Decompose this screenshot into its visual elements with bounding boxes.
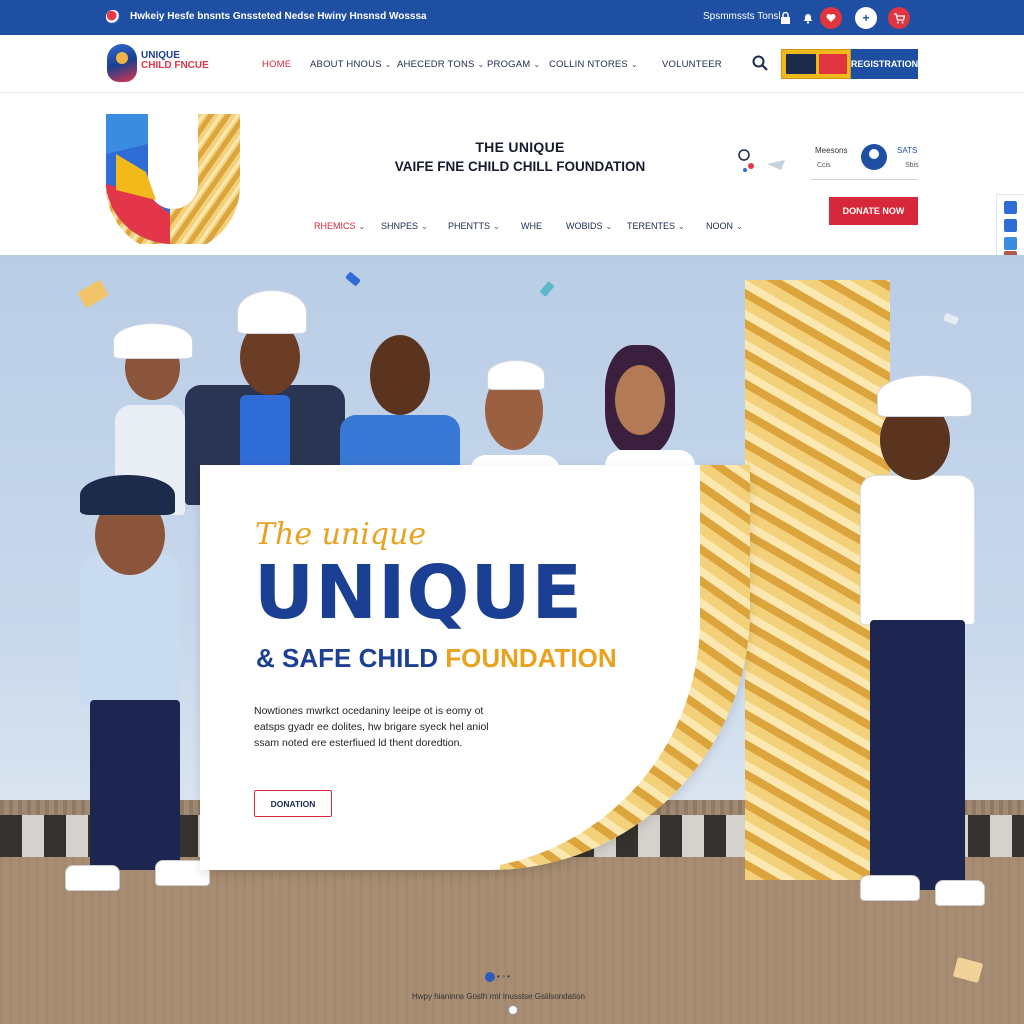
subnav-label: WHE <box>521 221 542 231</box>
subnav-item-4[interactable]: WHE <box>521 221 542 231</box>
child-figure <box>845 370 985 930</box>
chevron-down-icon: ⌄ <box>630 60 638 69</box>
logo-line-2: CHILD FNCUE <box>141 60 209 71</box>
message-icon[interactable] <box>1004 237 1017 250</box>
header-section: THE UNIQUE VAIFE FNE CHILD CHILL FOUNDAT… <box>0 94 1024 266</box>
topbar-notice: Hwkeiy Hesfe bnsnts Gnssteted Nedse Hwin… <box>130 11 427 22</box>
heart-icon[interactable] <box>820 7 842 29</box>
search-icon[interactable] <box>752 55 768 71</box>
top-utility-bar: Hwkeiy Hesfe bnsnts Gnssteted Nedse Hwin… <box>0 0 1024 35</box>
chevron-down-icon: ⌄ <box>533 60 541 69</box>
account-label-c: SATS <box>897 146 918 155</box>
logo-emblem[interactable] <box>107 44 137 82</box>
chevron-down-icon: ⌄ <box>421 222 428 231</box>
footer-badge-icon <box>508 1005 518 1015</box>
lock-icon[interactable] <box>774 7 796 29</box>
donation-button[interactable]: DONATION <box>254 790 332 817</box>
decorative-icons <box>738 149 785 172</box>
chevron-down-icon: ⌄ <box>384 60 392 69</box>
nav-label: VOLUNTEER <box>662 59 722 70</box>
header-title-line-2: VAIFE FNE CHILD CHILL FOUNDATION <box>394 159 646 174</box>
donate-now-button[interactable]: DONATE NOW <box>829 197 918 225</box>
social-icon[interactable] <box>485 972 495 982</box>
hero-subtitle-a: & SAFE CHILD <box>256 643 446 673</box>
account-label-d: Sbis <box>905 162 919 169</box>
hero-banner: The unique UNIQUE & SAFE CHILD FOUNDATIO… <box>200 465 750 870</box>
nav-item-directions[interactable]: AHECEDR TONS ⌄ <box>397 59 484 70</box>
subnav-label: SHNPES <box>381 221 419 231</box>
footer-icons: • ◦ • <box>497 972 510 981</box>
subnav-item-1[interactable]: RHEMICS ⌄ <box>314 221 365 231</box>
subnav-label: WOBIDS <box>566 221 603 231</box>
header-title: THE UNIQUE VAIFE FNE CHILD CHILL FOUNDAT… <box>380 139 660 174</box>
nav-item-volunteer[interactable]: VOLUNTEER <box>662 59 722 70</box>
footer-copyright: Hwpy hianinns Goslh rml Inusstse Gsiilso… <box>412 992 585 1001</box>
chevron-down-icon: ⌄ <box>736 222 743 231</box>
promo-banner[interactable] <box>781 49 851 79</box>
hero-script-title: The unique <box>255 517 427 552</box>
nav-label: AHECEDR TONS <box>397 59 475 70</box>
topbar-utility-link[interactable]: Spsmmssts Tonsl <box>703 11 781 22</box>
subnav-item-5[interactable]: WOBIDS ⌄ <box>566 221 612 231</box>
subnav-item-7[interactable]: NOON ⌄ <box>706 221 743 231</box>
confetti <box>943 312 959 326</box>
child-figure <box>465 350 565 495</box>
nav-item-about[interactable]: ABOUT HNOUS ⌄ <box>310 59 392 70</box>
confetti <box>539 281 555 297</box>
chevron-down-icon: ⌄ <box>358 222 366 231</box>
chevron-down-icon: ⌄ <box>477 60 485 69</box>
hero-section: The unique UNIQUE & SAFE CHILD FOUNDATIO… <box>0 255 1024 1024</box>
promo-image-left <box>786 54 816 74</box>
logo-wordmark[interactable]: UNIQUE CHILD FNCUE <box>141 51 211 71</box>
nav-item-home[interactable]: HOME <box>262 59 291 70</box>
account-label-b: Ccis <box>817 162 831 169</box>
nav-label: COLLIN NTORES <box>549 59 628 70</box>
main-navigation: UNIQUE CHILD FNCUE HOME ABOUT HNOUS ⌄ AHE… <box>0 35 1024 93</box>
hero-big-title: UNIQUE <box>254 550 584 636</box>
nav-label: HOME <box>262 59 292 70</box>
subnav-item-2[interactable]: SHNPES ⌄ <box>381 221 428 231</box>
child-figure <box>595 345 705 490</box>
nav-item-stories[interactable]: COLLIN NTORES ⌄ <box>549 59 638 70</box>
chevron-down-icon: ⌄ <box>678 222 685 231</box>
subnav-item-6[interactable]: TERENTES ⌄ <box>627 221 685 231</box>
registration-button[interactable]: REGISTRATION <box>851 49 918 79</box>
promo-image-right <box>819 54 847 74</box>
account-label-a: Meesons <box>815 146 848 155</box>
social-icon[interactable] <box>1004 219 1017 232</box>
nav-label: PROGAM <box>487 59 531 70</box>
subnav-label: PHENTTS <box>448 221 491 231</box>
confetti <box>77 279 109 309</box>
bell-icon[interactable] <box>797 7 819 29</box>
confetti <box>345 271 361 287</box>
hero-description: Nowtiones mwrkct ocedaniny leeipe ot is … <box>254 705 489 749</box>
hero-subtitle-b: FOUNDATION <box>445 643 617 673</box>
header-title-line-1: THE UNIQUE <box>475 139 565 155</box>
nav-label: ABOUT HNOUS <box>310 59 382 70</box>
share-icon[interactable] <box>1004 201 1017 214</box>
subnav-item-3[interactable]: PHENTTS ⌄ <box>448 221 500 231</box>
chevron-down-icon: ⌄ <box>493 222 500 231</box>
avatar[interactable] <box>861 144 887 170</box>
subnav-label: TERENTES <box>627 221 676 231</box>
subnav-label: NOON <box>706 221 733 231</box>
subnav-label: RHEMICS <box>314 221 356 231</box>
account-summary[interactable]: Meesons Ccis SATS Sbis <box>811 142 919 180</box>
hero-subtitle: & SAFE CHILD FOUNDATION <box>256 643 617 674</box>
plus-icon[interactable]: + <box>855 7 877 29</box>
child-figure <box>60 465 220 925</box>
cart-icon[interactable] <box>888 7 910 29</box>
adult-figure <box>185 285 345 505</box>
flag-icon <box>106 10 120 24</box>
nav-item-program[interactable]: PROGAM ⌄ <box>487 59 540 70</box>
u-logo-graphic <box>106 114 240 244</box>
chevron-down-icon: ⌄ <box>605 222 613 231</box>
